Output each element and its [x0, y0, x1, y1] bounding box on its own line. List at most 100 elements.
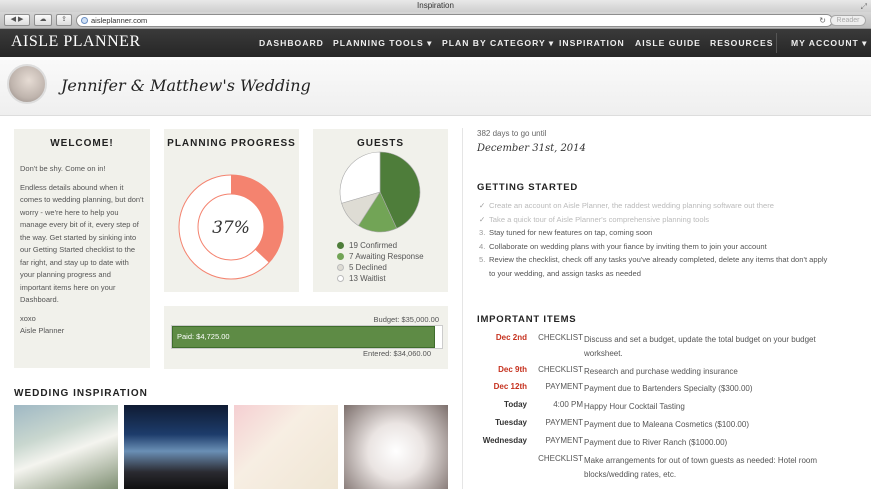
item-type: PAYMENT: [545, 436, 583, 445]
wedding-header: Jennifer & Matthew's Wedding: [0, 57, 871, 116]
important-item-row[interactable]: Dec 2nd CHECKLIST Discuss and set a budget…: [477, 333, 857, 363]
list-item[interactable]: ✓ Take a quick tour of Aisle Planner's co…: [479, 213, 827, 227]
column-divider: [462, 128, 463, 489]
planning-progress-card: PLANNING PROGRESS 37%: [164, 129, 299, 292]
guests-heading: GUESTS: [356, 138, 405, 149]
page-title: Jennifer & Matthew's Wedding: [61, 76, 311, 95]
list-item: to your wedding, and assign tasks as nee…: [479, 267, 827, 281]
item-date: Today: [504, 400, 527, 409]
inspiration-heading: WEDDING INSPIRATION: [14, 388, 148, 399]
back-forward-buttons[interactable]: ◀ ▶: [4, 14, 30, 26]
item-type: CHECKLIST: [538, 333, 583, 342]
welcome-card: WELCOME! Don't be shy. Come on in! Endle…: [14, 129, 150, 368]
list-item-text: to your wedding, and assign tasks as nee…: [489, 268, 641, 278]
globe-icon: [81, 17, 88, 24]
welcome-sign-name: Aisle Planner: [20, 326, 65, 335]
progress-heading: PLANNING PROGRESS: [167, 138, 296, 149]
list-number: 3.: [479, 228, 486, 237]
item-date: Wednesday: [482, 436, 527, 445]
budget-card: Budget: $35,000.00 Paid: $4,725.00 Enter…: [164, 306, 448, 369]
waitlist-label: 13 Waitlist: [349, 274, 386, 283]
check-icon: ✓: [479, 214, 486, 224]
guests-legend: 19 Confirmed 7 Awaiting Response 5 Decli…: [337, 240, 424, 284]
nav-my-account[interactable]: MY ACCOUNT ▾: [791, 38, 867, 49]
avatar[interactable]: [7, 64, 47, 104]
paid-bar: Paid: $4,725.00: [172, 326, 435, 348]
item-date: Dec 2nd: [495, 333, 527, 342]
main-nav: AISLE PLANNER DASHBOARD PLANNING TOOLS ▾…: [0, 29, 871, 57]
nav-planning-tools[interactable]: PLANNING TOOLS ▾: [333, 38, 432, 49]
list-item[interactable]: 4. Collaborate on wedding plans with your…: [479, 240, 827, 254]
item-description: Research and purchase wedding insurance: [584, 367, 738, 376]
invitation-icon[interactable]: [234, 405, 338, 489]
welcome-body: Endless details abound when it comes to …: [20, 182, 144, 305]
reader-button[interactable]: Reader: [830, 15, 866, 26]
list-number: [479, 267, 489, 281]
awaiting-label: 7 Awaiting Response: [349, 252, 424, 261]
legend-confirmed: 19 Confirmed: [337, 240, 424, 251]
wedding-table-icon[interactable]: [14, 405, 118, 489]
declined-dot: [337, 264, 344, 271]
item-type: PAYMENT: [545, 382, 583, 391]
window-title: Inspiration: [417, 1, 454, 10]
window-titlebar: Inspiration ⤢: [0, 0, 871, 12]
getting-started-list: ✓ Create an account on Aisle Planner, the…: [479, 199, 827, 280]
item-description: Happy Hour Cocktail Tasting: [584, 402, 685, 411]
important-items-heading: IMPORTANT ITEMS: [477, 314, 577, 325]
nav-inspiration[interactable]: INSPIRATION: [559, 38, 625, 48]
guests-pie: [339, 151, 421, 233]
item-date: Dec 12th: [493, 382, 527, 391]
list-item-text: Create an account on Aisle Planner, the …: [489, 201, 774, 210]
list-item[interactable]: 3. Stay tuned for new features on tap, co…: [479, 226, 827, 240]
nav-plan-by-category[interactable]: PLAN BY CATEGORY ▾: [442, 38, 554, 49]
confirmed-dot: [337, 242, 344, 249]
ceremony-icon[interactable]: [124, 405, 228, 489]
legend-awaiting: 7 Awaiting Response: [337, 251, 424, 262]
icloud-icon[interactable]: ☁: [34, 14, 52, 26]
welcome-heading: WELCOME!: [50, 138, 114, 149]
share-icon[interactable]: ⇪: [56, 14, 72, 26]
site-logo[interactable]: AISLE PLANNER: [11, 33, 141, 51]
browser-window: Inspiration ⤢ ◀ ▶ ☁ ⇪ aisleplanner.com ↻…: [0, 0, 871, 489]
waitlist-dot: [337, 275, 344, 282]
flowers-icon[interactable]: [344, 405, 448, 489]
browser-toolbar: ◀ ▶ ☁ ⇪ aisleplanner.com ↻ Reader: [0, 12, 871, 29]
budget-bar: Paid: $4,725.00: [171, 325, 443, 349]
declined-label: 5 Declined: [349, 263, 387, 272]
item-description: Payment due to Maleana Cosmetics ($100.0…: [584, 420, 749, 429]
item-description: Payment due to River Ranch ($1000.00): [584, 438, 728, 447]
list-item-text: Stay tuned for new features on tap, comi…: [489, 228, 653, 237]
list-number: 4.: [479, 241, 486, 251]
list-item[interactable]: 5. Review the checklist, check off any ta…: [479, 253, 827, 267]
refresh-icon[interactable]: ↻: [819, 15, 826, 26]
days-countdown: 382 days to go until: [477, 129, 547, 138]
legend-declined: 5 Declined: [337, 262, 424, 273]
list-item[interactable]: ✓ Create an account on Aisle Planner, the…: [479, 199, 827, 213]
item-type: PAYMENT: [545, 418, 583, 427]
url-text: aisleplanner.com: [91, 16, 148, 25]
budget-entered: Entered: $34,060.00: [363, 349, 431, 358]
item-description: Payment due to Bartenders Specialty ($30…: [584, 384, 753, 393]
nav-resources[interactable]: RESOURCES: [710, 38, 773, 48]
address-bar[interactable]: aisleplanner.com ↻: [76, 14, 833, 27]
nav-divider: [776, 33, 777, 53]
list-item-text: Take a quick tour of Aisle Planner's com…: [489, 214, 710, 224]
legend-waitlist: 13 Waitlist: [337, 273, 424, 284]
list-item-text: Review the checklist, check off any task…: [489, 255, 828, 264]
nav-dashboard[interactable]: DASHBOARD: [259, 38, 324, 48]
item-date: Tuesday: [495, 418, 527, 427]
item-type: CHECKLIST: [538, 365, 583, 374]
progress-donut: 37%: [178, 174, 284, 280]
item-type: 4:00 PM: [553, 400, 583, 409]
item-description: Discuss and set a budget, update the tot…: [584, 335, 816, 358]
awaiting-dot: [337, 253, 344, 260]
wedding-date: December 31st, 2014: [477, 143, 586, 154]
budget-total: Budget: $35,000.00: [373, 315, 439, 324]
check-icon: ✓: [479, 201, 486, 210]
welcome-intro: Don't be shy. Come on in!: [20, 164, 106, 173]
important-item-row[interactable]: CHECKLIST Make arrangements for out of to…: [477, 454, 857, 484]
nav-aisle-guide[interactable]: AISLE GUIDE: [635, 38, 701, 48]
progress-percent: 37%: [212, 218, 250, 238]
item-date: Dec 9th: [498, 365, 527, 374]
confirmed-label: 19 Confirmed: [349, 241, 398, 250]
